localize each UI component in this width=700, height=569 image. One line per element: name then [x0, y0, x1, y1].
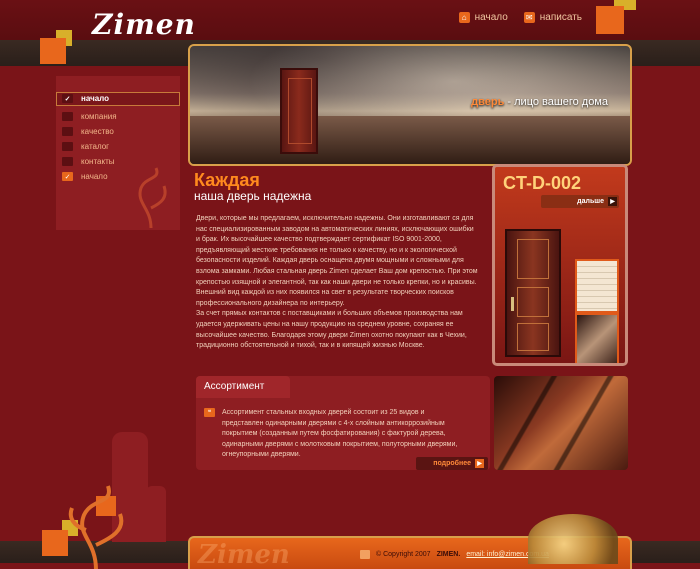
page-heading: Каждая — [194, 170, 260, 190]
sidebar-item-label: компания — [81, 112, 117, 121]
footer-ghost-logo: Zimen — [198, 540, 290, 569]
door-panel — [517, 287, 549, 317]
bullet-icon — [62, 142, 73, 151]
banner-tagline-rest: - лицо вашего дома — [504, 96, 608, 108]
product-door-image — [505, 229, 561, 357]
sidebar-item-label: каталог — [81, 142, 110, 151]
sidebar-item-label: начало — [81, 172, 108, 181]
swirl-decoration — [68, 485, 124, 569]
product-more-label: дальше — [577, 198, 604, 205]
product-more-button[interactable]: дальше ▶ — [541, 195, 619, 208]
deco-square — [596, 6, 624, 34]
sidebar-item-label: контакты — [81, 157, 115, 166]
sidebar-item-label: качество — [81, 127, 114, 136]
quote-icon: ❝ — [204, 408, 215, 417]
topnav-home[interactable]: ⌂ начало — [458, 12, 508, 23]
check-icon: ✓ — [62, 172, 73, 181]
assortment-text: Ассортимент стальных входных дверей сост… — [222, 409, 458, 459]
banner-door-image — [280, 68, 318, 154]
product-thumbnail-blinds[interactable] — [575, 259, 619, 313]
bullet-icon — [62, 127, 73, 136]
sidebar-item-contacts[interactable]: контакты — [62, 157, 114, 166]
product-thumbnail-wood[interactable] — [575, 313, 619, 363]
banner-sea — [190, 116, 630, 164]
site-logo[interactable]: Zimen — [92, 8, 196, 41]
swirl-decoration — [138, 167, 167, 228]
top-nav: ⌂ начало ✉ написать — [458, 12, 582, 23]
assortment-more-button[interactable]: подробнее ▶ — [416, 457, 488, 470]
sidebar-item-start-2[interactable]: ✓ начало — [62, 172, 108, 181]
arrow-right-icon: ▶ — [475, 459, 484, 468]
sidebar-item-catalog[interactable]: каталог — [62, 142, 109, 151]
banner-tagline: дверь - лицо вашего дома — [471, 96, 608, 108]
product-card[interactable]: CT-D-002 дальше ▶ — [492, 164, 628, 366]
check-icon: ✓ — [62, 94, 73, 103]
arrow-right-icon: ▶ — [608, 197, 617, 206]
intro-paragraph: Двери, которые мы предлагаем, исключител… — [196, 215, 478, 307]
sidebar-item-company[interactable]: компания — [62, 112, 117, 121]
banner-tagline-strong: дверь — [471, 96, 505, 108]
sidebar-item-quality[interactable]: качество — [62, 127, 114, 136]
footer-icon — [360, 550, 370, 559]
page-subheading: наша дверь надежна — [194, 189, 312, 203]
hero-banner: дверь - лицо вашего дома — [188, 44, 632, 166]
assortment-title: Ассортимент — [196, 376, 290, 398]
footer-brand: ZIMEN. — [436, 551, 461, 558]
door-panel — [517, 239, 549, 279]
topnav-home-label: начало — [474, 12, 508, 23]
bullet-icon — [62, 112, 73, 121]
topnav-write-label: написать — [539, 12, 582, 23]
door-handle — [511, 297, 514, 311]
product-model: CT-D-002 — [503, 173, 582, 193]
footer-copyright: © Copyright 2007 ZIMEN. email: info@zime… — [360, 550, 549, 559]
assortment-more-label: подробнее — [433, 460, 471, 467]
topnav-write[interactable]: ✉ написать — [523, 12, 582, 23]
sidebar-item-start[interactable]: ✓ начало — [62, 94, 109, 103]
home-icon: ⌂ — [458, 12, 470, 23]
bullet-icon — [62, 157, 73, 166]
sidebar-menu: ✓ начало компания качество каталог конта… — [56, 76, 180, 230]
intro-paragraph: За счет прямых контактов с поставщиками … — [196, 310, 467, 350]
sidebar-item-label: начало — [81, 94, 110, 103]
copyright-text: © Copyright 2007 — [376, 551, 431, 558]
intro-text: Двери, которые мы предлагаем, исключител… — [196, 214, 478, 352]
assortment-door-image — [494, 376, 628, 470]
mail-icon: ✉ — [523, 12, 535, 23]
door-handle-decoration — [528, 514, 618, 564]
door-panel — [517, 323, 549, 351]
deco-square — [40, 38, 66, 64]
